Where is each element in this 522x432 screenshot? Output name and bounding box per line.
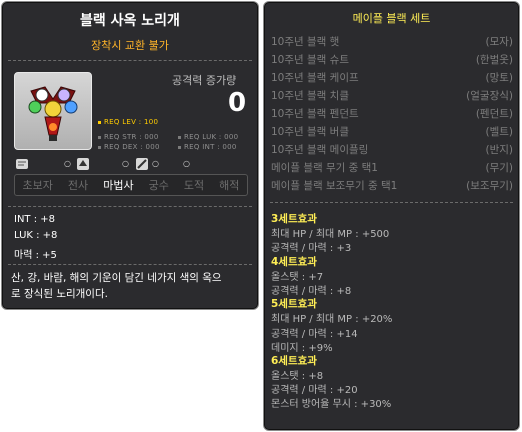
set-piece: 메이플 블랙 무기 중 택1 (무기): [271, 162, 513, 174]
job-class-bar: 초보자 전사 마법사 궁수 도적 해적: [14, 174, 248, 196]
req-int: REQ INT : 000: [178, 143, 237, 151]
set-effect-heading: 3세트효과: [271, 213, 317, 225]
attack-increase-label: 공격력 증가량: [172, 74, 237, 87]
item-tooltip: 블랙 사옥 노리개 장착시 교환 불가 공격력 증가량 0 REQ LEV : …: [1, 1, 259, 310]
class-beginner: 초보자: [22, 179, 53, 192]
set-effect-line: 공격력 / 마력 : +8: [271, 285, 352, 297]
set-effect-line: 데미지 : +9%: [271, 342, 333, 354]
stat-magic: 마력 : +5: [14, 250, 57, 261]
attack-increase-value: 0: [228, 88, 247, 118]
flag-mark-3: ○: [152, 159, 159, 168]
set-piece: 10주년 블랙 메이플링 (반지): [271, 144, 513, 156]
set-effect-line: 올스탯 : +8: [271, 371, 324, 383]
set-piece: 10주년 블랙 치클 (얼굴장식): [271, 90, 513, 102]
req-luk: REQ LUK : 000: [178, 133, 238, 141]
set-title: 메이플 블랙 세트: [352, 12, 431, 25]
set-effect-line: 공격력 / 마력 : +14: [271, 328, 358, 340]
set-piece: 10주년 블랙 펜던트 (펜던트): [271, 108, 513, 120]
set-piece: 메이플 블랙 보조무기 중 택1 (보조무기): [271, 180, 513, 192]
set-effect-line: 올스탯 : +7: [271, 271, 324, 283]
stat-int: INT : +8: [14, 214, 56, 225]
set-effect-list: 3세트효과 최대 HP / 최대 MP : +500 공격력 / 마력 : +3…: [271, 211, 513, 410]
divider: [8, 206, 252, 207]
divider: [8, 264, 252, 265]
set-effect-heading: 5세트효과: [271, 298, 317, 311]
class-magician: 마법사: [103, 179, 134, 192]
stat-luk: LUK : +8: [14, 230, 58, 241]
set-effect-line: 공격력 / 마력 : +3: [271, 243, 352, 255]
req-dex: REQ DEX : 000: [98, 143, 160, 151]
set-effect-heading: 4세트효과: [271, 255, 317, 268]
set-piece: 10주년 블랙 버클 (벨트): [271, 126, 513, 138]
divider: [8, 60, 252, 61]
flag-mark-4: ○: [183, 159, 190, 168]
class-pirate: 해적: [219, 179, 240, 192]
set-piece-list: 10주년 블랙 햇 (모자) 10주년 블랙 슈트 (한벌옷) 10주년 블랙 케이…: [271, 34, 513, 196]
divider: [270, 202, 513, 203]
flag-mark-2: ○: [122, 159, 129, 168]
set-tooltip: 메이플 블랙 세트 10주년 블랙 햇 (모자) 10주년 블랙 슈트 (한벌옷) …: [263, 1, 520, 431]
req-lev: REQ LEV : 100: [98, 118, 158, 126]
class-warrior: 전사: [67, 179, 89, 192]
trade-restriction-note: 장착시 교환 불가: [91, 39, 169, 52]
item-icon-frame: [14, 72, 92, 150]
flag-mark-1: ○: [64, 159, 71, 168]
set-piece: 10주년 블랙 햇 (모자): [271, 36, 513, 48]
set-effect-line: 몬스터 방어율 무시 : +30%: [271, 399, 392, 411]
set-effect-heading: 6세트효과: [271, 354, 317, 367]
set-piece: 10주년 블랙 슈트 (한벌옷): [271, 54, 513, 66]
set-effect-line: 공격력 / 마력 : +20: [271, 385, 358, 397]
scroll-icon: [16, 159, 28, 169]
potential-icon: [136, 158, 148, 170]
item-description: 산, 강, 바람, 해의 기운이 담긴 네가지 색의 옥으 로 장식된 노리개이…: [11, 272, 222, 300]
class-bowman: 궁수: [148, 179, 169, 192]
class-thief: 도적: [183, 179, 205, 192]
upgrade-icon: [77, 158, 89, 170]
req-str: REQ STR : 000: [98, 133, 159, 141]
norigae-icon: [28, 86, 78, 141]
item-name: 블랙 사옥 노리개: [80, 13, 180, 29]
set-effect-line: 최대 HP / 최대 MP : +20%: [271, 314, 393, 326]
set-piece: 10주년 블랙 케이프 (망토): [271, 72, 513, 84]
set-effect-line: 최대 HP / 최대 MP : +500: [271, 229, 390, 241]
